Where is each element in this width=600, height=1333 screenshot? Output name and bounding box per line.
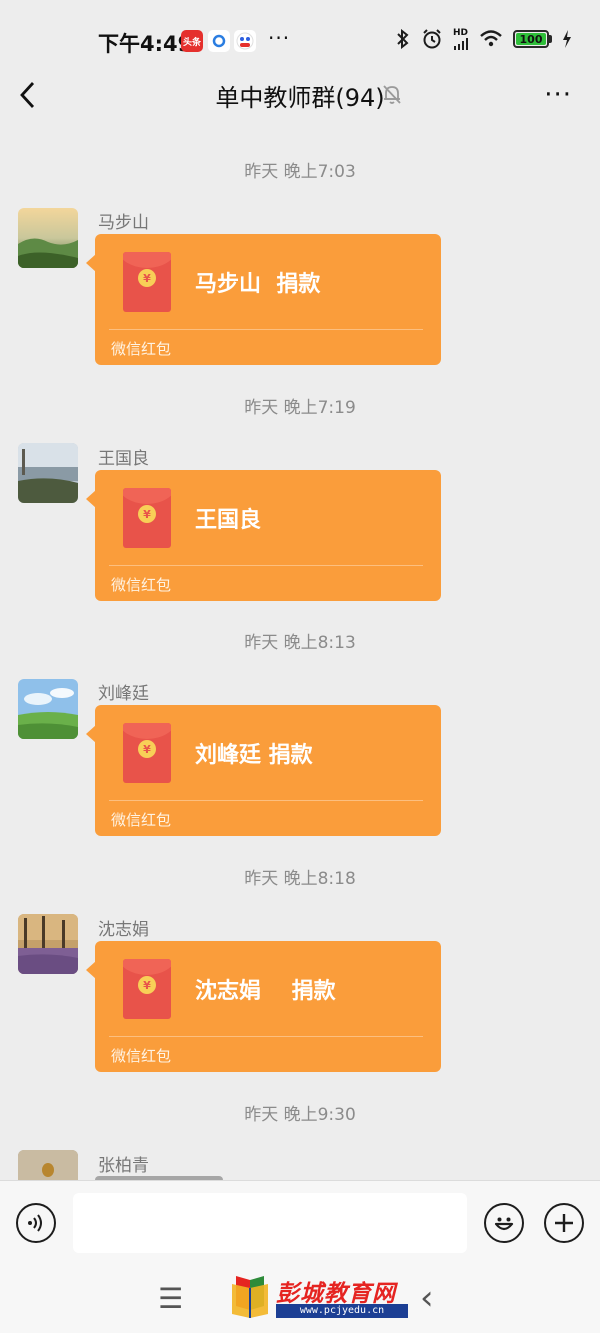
system-navigation-bar: ☰ 彭城教育网 www.pcjyedu.cn ‹ (0, 1266, 600, 1333)
alarm-icon (423, 29, 441, 49)
battery-level: 100 (519, 32, 543, 46)
red-packet-message[interactable]: ¥ 沈志娟 捐款 微信红包 (86, 941, 441, 1072)
avatar[interactable] (18, 914, 78, 974)
chat-header: 单中教师群(94) ··· (0, 70, 600, 120)
toutiao-badge-label: 头条 (182, 37, 201, 48)
red-envelope-icon: ¥ (123, 723, 171, 783)
sender-name: 张柏青 (98, 1156, 149, 1176)
red-packet-footer: 微信红包 (111, 576, 172, 594)
sender-name: 沈志娟 (98, 920, 149, 940)
mute-bell-icon (383, 85, 401, 104)
sender-name: 王国良 (98, 449, 149, 469)
red-packet-footer: 微信红包 (111, 340, 172, 358)
wifi-icon (480, 30, 502, 47)
battery-indicator: 100 (513, 30, 552, 48)
avatar[interactable] (18, 208, 78, 268)
red-packet-text: 马步山 捐款 (195, 272, 321, 297)
browser-app-icon (208, 30, 230, 52)
message-timestamp: 昨天 晚上8:13 (244, 633, 356, 653)
status-bar: 下午4:49 头条 ··· HD 100 (0, 0, 600, 70)
network-hd-icon: HD (453, 28, 469, 50)
watermark-title: 彭城教育网 (276, 1281, 396, 1307)
baidu-app-icon (234, 30, 256, 52)
red-packet-footer: 微信红包 (111, 811, 172, 829)
watermark-url: www.pcjyedu.cn (276, 1304, 408, 1318)
more-notifications-icon: ··· (268, 26, 291, 50)
toutiao-app-icon: 头条 (181, 30, 203, 52)
bluetooth-icon (397, 29, 409, 49)
red-envelope-icon: ¥ (123, 959, 171, 1019)
red-packet-message[interactable]: ¥ 马步山 捐款 微信红包 (86, 234, 441, 365)
more-options-button[interactable]: ··· (544, 80, 572, 110)
red-packet-text: 刘峰廷 捐款 (195, 743, 313, 768)
smiley-icon (494, 1217, 514, 1231)
sender-name: 马步山 (98, 213, 149, 233)
red-envelope-icon: ¥ (123, 252, 171, 312)
message-timestamp: 昨天 晚上8:18 (244, 869, 356, 889)
menu-key-button[interactable]: ☰ (158, 1282, 183, 1315)
avatar[interactable] (18, 679, 78, 739)
input-bar (0, 1180, 600, 1266)
message-timestamp: 昨天 晚上9:30 (244, 1105, 356, 1125)
book-logo-icon (232, 1276, 268, 1318)
hamburger-icon: ☰ (158, 1282, 184, 1315)
message-input[interactable] (73, 1193, 467, 1253)
system-back-button[interactable]: ‹ (420, 1278, 434, 1318)
plus-icon (555, 1214, 573, 1232)
chat-messages[interactable]: 昨天 晚上7:03 马步山 ¥ 马步山 捐款 微信红包 昨天 晚上7:19 王国… (0, 120, 600, 1180)
emoji-button[interactable] (484, 1203, 524, 1243)
battery-icon: 100 (513, 30, 549, 48)
more-dots-icon: ··· (544, 80, 572, 110)
page-title: 单中教师群(94) (215, 84, 385, 112)
sender-name: 刘峰廷 (98, 684, 149, 704)
red-packet-footer: 微信红包 (111, 1047, 172, 1065)
red-packet-message[interactable]: ¥ 王国良 微信红包 (86, 470, 441, 601)
voice-input-button[interactable] (16, 1203, 56, 1243)
status-time: 下午4:49 (98, 32, 193, 56)
more-functions-button[interactable] (544, 1203, 584, 1243)
avatar[interactable] (18, 1150, 78, 1180)
red-envelope-icon: ¥ (123, 488, 171, 548)
red-packet-text: 沈志娟 捐款 (195, 979, 336, 1004)
red-packet-text: 王国良 (195, 508, 262, 533)
charging-icon (563, 30, 571, 48)
watermark-logo: 彭城教育网 www.pcjyedu.cn (228, 1272, 408, 1322)
red-packet-message[interactable]: ¥ 刘峰廷 捐款 微信红包 (86, 705, 441, 836)
voice-icon (28, 1214, 42, 1232)
message-timestamp: 昨天 晚上7:19 (244, 398, 356, 418)
chevron-left-icon: ‹ (420, 1278, 434, 1318)
avatar[interactable] (18, 443, 78, 503)
status-indicators: HD 100 (395, 28, 572, 50)
message-timestamp: 昨天 晚上7:03 (244, 162, 356, 182)
